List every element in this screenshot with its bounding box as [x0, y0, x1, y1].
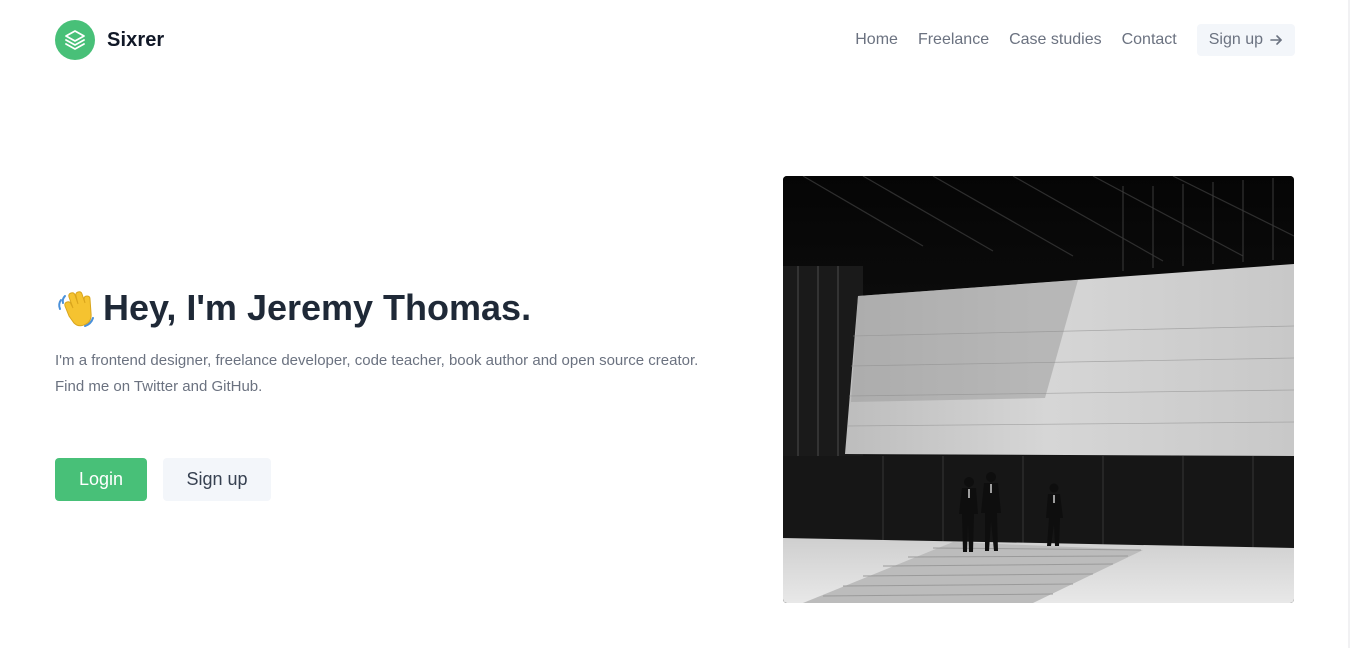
nav-link-case-studies[interactable]: Case studies	[1009, 24, 1102, 56]
nav-signup-label: Sign up	[1208, 31, 1263, 48]
hero-description-line1: I'm a frontend designer, freelance devel…	[55, 352, 699, 369]
brand-name: Sixrer	[107, 28, 165, 51]
nav-link-home[interactable]: Home	[855, 24, 898, 56]
brand-home-link[interactable]: Sixrer	[55, 20, 164, 60]
nav-signup-button[interactable]: Sign up	[1196, 24, 1295, 56]
hero-title: Hey, I'm Jeremy Thomas.	[55, 284, 531, 332]
hero-photo	[783, 176, 1294, 603]
nav-link-freelance[interactable]: Freelance	[918, 24, 989, 56]
hero-title-text: Hey, I'm Jeremy Thomas.	[103, 287, 532, 328]
landing-page: Sixrer Home Freelance Case studies Conta…	[0, 0, 1350, 648]
waving-hand-icon	[55, 286, 99, 330]
signup-button[interactable]: Sign up	[163, 458, 271, 501]
login-button[interactable]: Login	[55, 458, 147, 501]
hero-description: I'm a frontend designer, freelance devel…	[55, 348, 705, 400]
hero-description-line2: Find me on Twitter and GitHub.	[55, 378, 263, 395]
layers-icon	[55, 20, 95, 60]
arrow-right-icon	[1270, 35, 1282, 45]
hero-buttons: Login Sign up	[55, 458, 271, 501]
main-nav: Home Freelance Case studies Contact Sign…	[855, 24, 1295, 56]
nav-link-contact[interactable]: Contact	[1122, 24, 1177, 56]
